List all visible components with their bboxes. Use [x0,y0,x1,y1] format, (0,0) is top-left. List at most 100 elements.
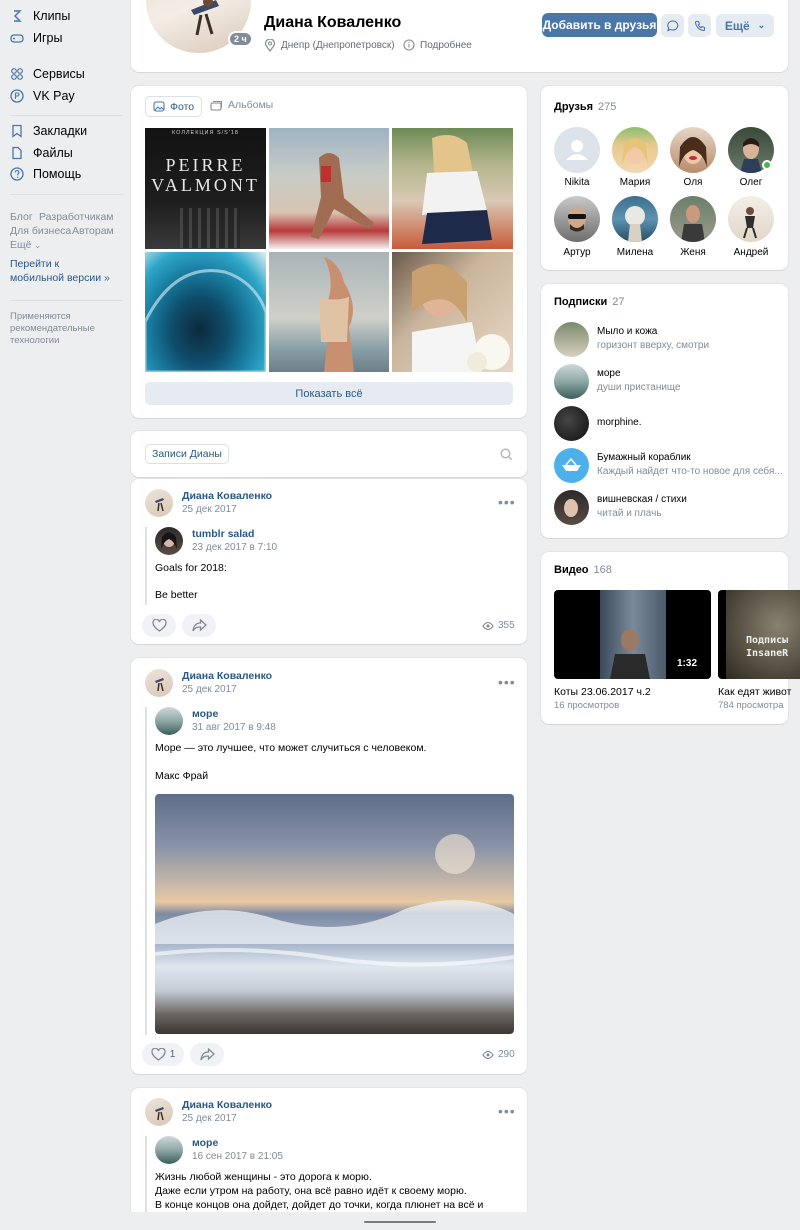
video-thumb[interactable]: 1:32 [554,590,711,679]
post-author-name[interactable]: Диана Коваленко [182,670,272,682]
videos-header[interactable]: Видео 168 [554,564,612,576]
videos-title: Видео [554,564,589,576]
like-button[interactable] [142,614,176,637]
video-thumb[interactable]: Подписы InsaneR [718,590,800,679]
friend-name[interactable]: Nikita [547,177,607,188]
file-icon [10,146,24,160]
subscription-name[interactable]: Бумажный кораблик [597,452,691,463]
friend-avatar[interactable] [670,127,716,173]
post-date[interactable]: 25 дек 2017 [182,504,237,515]
nav-vkpay[interactable]: VK Pay [10,86,75,106]
share-button[interactable] [182,614,216,637]
nav-services[interactable]: Сервисы [10,64,85,84]
friend-name[interactable]: Андрей [721,247,781,258]
subscription-avatar[interactable] [554,322,589,357]
friend-name[interactable]: Оля [663,177,723,188]
post-author-avatar[interactable] [145,489,173,517]
nav-bookmarks[interactable]: Закладки [10,121,87,141]
tab-wall-posts[interactable]: Записи Дианы [145,444,229,464]
add-friend-button[interactable]: Добавить в друзья [542,13,657,37]
post-options-icon[interactable]: ••• [498,1103,516,1119]
gamepad-icon [10,31,24,45]
post-author-avatar[interactable] [145,669,173,697]
footer-link-blog[interactable]: Блог [10,211,33,223]
friend-avatar[interactable] [612,196,658,242]
repost-author-name[interactable]: tumblr salad [192,528,254,540]
footer-link-developers[interactable]: Разработчикам [39,211,114,223]
nav-files-label: Файлы [33,146,73,160]
profile-more-info[interactable]: Подробнее [403,39,472,51]
subscription-name[interactable]: вишневская / стихи [597,494,687,505]
eye-icon [482,621,494,630]
search-icon[interactable] [500,448,513,461]
repost-author-name[interactable]: море [192,1137,218,1149]
friend-name[interactable]: Женя [663,247,723,258]
share-icon [191,619,207,632]
nav-games[interactable]: Игры [10,28,62,48]
nav-help[interactable]: Помощь [10,164,81,184]
subscriptions-header[interactable]: Подписки 27 [554,296,625,308]
online-indicator [762,160,772,170]
heart-icon [151,619,167,632]
footer-link-more[interactable]: Ещё ⌄ [10,239,41,251]
video-title[interactable]: Как едят живот [718,686,800,698]
footer-link-authors[interactable]: Авторам [72,225,114,237]
profile-location: Днепр (Днепропетровск) [264,39,395,52]
reco-note: Применяются рекомендательные технологии [10,311,95,346]
video-title[interactable]: Коты 23.06.2017 ч.2 [554,686,651,698]
post-options-icon[interactable]: ••• [498,674,516,690]
friend-name[interactable]: Артур [547,247,607,258]
like-button[interactable]: 1 [142,1043,184,1066]
more-button[interactable]: Ещё ⌄ [716,14,774,37]
subscription-avatar[interactable] [554,364,589,399]
photo-thumb[interactable] [392,252,513,372]
videos-count: 168 [593,564,612,576]
photo-thumb[interactable] [145,252,266,372]
nav-files[interactable]: Файлы [10,143,73,163]
friend-name[interactable]: Мария [605,177,665,188]
photo-thumb[interactable]: КОЛЛЕКЦИЯ S/S'18 PEIRRE VALMONT [145,128,266,249]
footer-link-business[interactable]: Для бизнеса [10,225,71,237]
friend-avatar[interactable] [728,196,774,242]
post-author-name[interactable]: Диана Коваленко [182,1099,272,1111]
call-button[interactable] [688,14,711,37]
post-photo[interactable] [155,794,514,1034]
friends-header[interactable]: Друзья 275 [554,101,616,113]
share-button[interactable] [190,1043,224,1066]
friend-name[interactable]: Олег [721,177,781,188]
nav-bookmarks-label: Закладки [33,124,88,138]
repost-author-avatar[interactable] [155,707,183,735]
post-date[interactable]: 25 дек 2017 [182,684,237,695]
repost-date[interactable]: 23 дек 2017 в 7:10 [192,542,277,553]
subscription-name[interactable]: Мыло и кожа [597,326,657,337]
photo-thumb[interactable] [269,252,389,372]
mobile-version-link[interactable]: Перейти к мобильной версии » [10,257,115,285]
subscription-name[interactable]: morphine. [597,417,641,428]
repost-date[interactable]: 31 авг 2017 в 9:48 [192,722,276,733]
repost-author-name[interactable]: море [192,708,218,720]
post-options-icon[interactable]: ••• [498,494,516,510]
show-all-photos-button[interactable]: Показать всё [145,382,513,405]
message-button[interactable] [661,14,684,37]
friend-name[interactable]: Милена [605,247,665,258]
tab-photos[interactable]: Фото [145,96,203,117]
post-date[interactable]: 25 дек 2017 [182,1113,237,1124]
post-author-name[interactable]: Диана Коваленко [182,490,272,502]
repost-author-avatar[interactable] [155,527,183,555]
repost-author-avatar[interactable] [155,1136,183,1164]
subscription-avatar[interactable] [554,406,589,441]
nav-services-label: Сервисы [33,67,85,81]
tab-albums[interactable]: Альбомы [210,99,273,111]
friend-avatar[interactable] [554,196,600,242]
post-author-avatar[interactable] [145,1098,173,1126]
photo-thumb[interactable] [392,128,513,249]
subscription-avatar[interactable] [554,490,589,525]
repost-date[interactable]: 16 сен 2017 в 21:05 [192,1151,283,1162]
friend-avatar[interactable] [670,196,716,242]
friend-avatar[interactable] [612,127,658,173]
photo-thumb[interactable] [269,128,389,249]
subscription-name[interactable]: море [597,368,621,379]
nav-clips[interactable]: Клипы [10,6,70,26]
friend-avatar[interactable] [554,127,600,173]
subscription-avatar[interactable] [554,448,589,483]
